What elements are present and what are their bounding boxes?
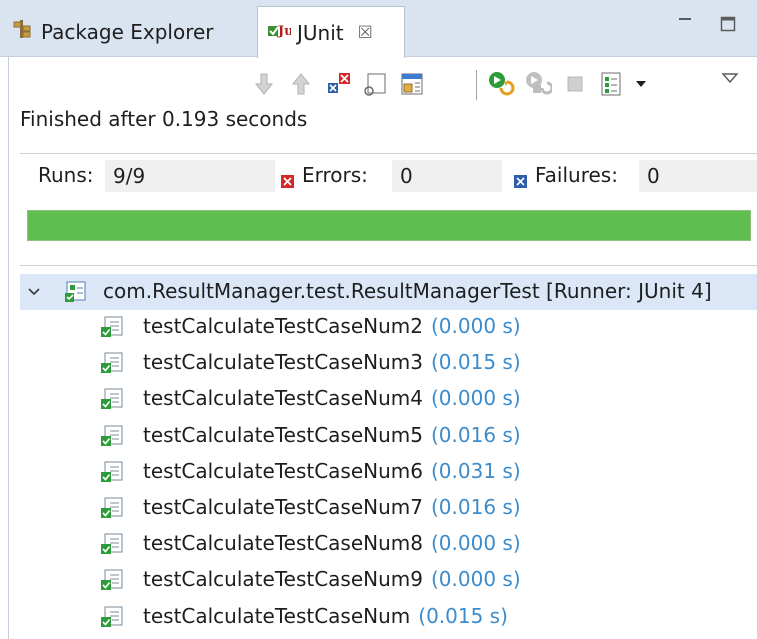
error-icon [281, 169, 294, 188]
test-case-row[interactable]: testCalculateTestCaseNum5 (0.016 s) [20, 420, 757, 454]
test-case-row[interactable]: testCalculateTestCaseNum6 (0.031 s) [20, 456, 757, 490]
test-case-label: testCalculateTestCaseNum2 (0.000 s) [143, 314, 521, 338]
show-failures-only-icon[interactable] [325, 70, 353, 98]
test-case-label: testCalculateTestCaseNum (0.015 s) [143, 604, 508, 628]
previous-failure-icon[interactable] [287, 70, 315, 98]
test-case-name: testCalculateTestCaseNum8 [143, 531, 423, 556]
test-case-row[interactable]: testCalculateTestCaseNum4 (0.000 s) [20, 383, 757, 417]
test-passed-icon [100, 496, 124, 525]
test-case-name: testCalculateTestCaseNum9 [143, 567, 423, 592]
run-status-text: Finished after 0.193 seconds [20, 107, 308, 131]
view-tab-bar: Package Explorer Ju JUnit ☒ [0, 0, 757, 58]
svg-text:Ju: Ju [277, 24, 291, 39]
failures-label: Failures: [535, 163, 618, 187]
history-dropdown-arrow-icon[interactable] [627, 70, 655, 98]
test-case-duration: (0.000 s) [431, 567, 521, 592]
test-case-label: testCalculateTestCaseNum5 (0.016 s) [143, 423, 521, 447]
test-passed-icon [100, 568, 124, 597]
runs-value: 9/9 [105, 160, 275, 192]
test-case-duration: (0.016 s) [431, 422, 521, 447]
stop-icon[interactable] [561, 70, 589, 98]
test-case-label: testCalculateTestCaseNum3 (0.015 s) [143, 350, 521, 374]
maximize-icon[interactable] [718, 14, 738, 34]
test-passed-icon [100, 532, 124, 561]
test-suite-icon [64, 280, 88, 309]
failures-counter: Failures: [514, 163, 618, 188]
test-case-duration: (0.031 s) [431, 458, 521, 483]
rerun-test-icon[interactable] [487, 70, 515, 98]
test-case-row[interactable]: testCalculateTestCaseNum9 (0.000 s) [20, 564, 757, 598]
test-passed-icon [100, 351, 124, 380]
test-case-label: testCalculateTestCaseNum4 (0.000 s) [143, 386, 521, 410]
test-case-name: testCalculateTestCaseNum5 [143, 422, 423, 447]
test-case-label: testCalculateTestCaseNum9 (0.000 s) [143, 567, 521, 591]
test-passed-icon [100, 605, 124, 634]
test-suite-label: com.ResultManager.test.ResultManagerTest… [103, 279, 712, 303]
test-case-name: testCalculateTestCaseNum7 [143, 495, 423, 519]
junit-toolbar [0, 58, 757, 104]
test-progress-fill [28, 211, 750, 240]
show-skipped-icon[interactable] [398, 70, 426, 98]
test-progress-bar [27, 210, 751, 241]
view-border [8, 57, 9, 639]
test-passed-icon [100, 460, 124, 489]
tab-junit-label: JUnit [297, 20, 344, 45]
test-run-history-icon[interactable] [597, 70, 625, 98]
test-case-name: testCalculateTestCaseNum [143, 603, 411, 628]
test-passed-icon [100, 315, 124, 344]
failures-value: 0 [639, 160, 757, 192]
test-case-row[interactable]: testCalculateTestCaseNum7 (0.016 s) [20, 492, 757, 526]
toolbar-separator [476, 70, 477, 100]
test-case-duration: (0.000 s) [431, 531, 521, 556]
test-passed-icon [100, 387, 124, 416]
view-menu-icon[interactable] [716, 64, 744, 92]
rerun-failed-first-icon[interactable] [524, 70, 552, 98]
tab-junit[interactable]: Ju JUnit ☒ [257, 6, 405, 58]
minimize-icon[interactable] [675, 14, 695, 34]
test-case-label: testCalculateTestCaseNum7 (0.016 s) [143, 495, 521, 519]
chevron-down-icon[interactable] [26, 283, 42, 299]
next-failure-icon[interactable] [250, 70, 278, 98]
test-case-name: testCalculateTestCaseNum6 [143, 458, 423, 483]
test-case-row[interactable]: testCalculateTestCaseNum3 (0.015 s) [20, 347, 757, 381]
tab-package-explorer[interactable]: Package Explorer [0, 6, 257, 57]
test-passed-icon [100, 424, 124, 453]
runs-label: Runs: [38, 163, 94, 187]
test-case-row[interactable]: testCalculateTestCaseNum2 (0.000 s) [20, 311, 757, 345]
test-case-duration: (0.000 s) [431, 314, 521, 338]
test-case-duration: (0.015 s) [418, 603, 508, 628]
test-case-name: testCalculateTestCaseNum2 [143, 314, 423, 338]
test-suite-row[interactable]: com.ResultManager.test.ResultManagerTest… [20, 274, 757, 310]
close-tab-icon[interactable]: ☒ [358, 23, 373, 43]
test-case-duration: (0.016 s) [431, 495, 521, 519]
test-case-name: testCalculateTestCaseNum4 [143, 386, 423, 411]
errors-value: 0 [392, 160, 502, 192]
package-explorer-icon [13, 19, 31, 44]
errors-label: Errors: [302, 163, 368, 187]
test-case-duration: (0.000 s) [431, 386, 521, 411]
test-case-row[interactable]: testCalculateTestCaseNum (0.015 s) [20, 601, 757, 635]
scroll-lock-icon[interactable] [361, 70, 389, 98]
test-case-label: testCalculateTestCaseNum6 (0.031 s) [143, 459, 521, 483]
tab-package-explorer-label: Package Explorer [41, 19, 214, 44]
test-case-row[interactable]: testCalculateTestCaseNum8 (0.000 s) [20, 528, 757, 562]
test-case-duration: (0.015 s) [431, 350, 521, 375]
test-case-name: testCalculateTestCaseNum3 [143, 350, 423, 375]
test-case-label: testCalculateTestCaseNum8 (0.000 s) [143, 531, 521, 555]
junit-icon: Ju [267, 20, 294, 45]
errors-counter: Errors: [281, 163, 368, 188]
failure-icon [514, 169, 527, 188]
test-tree[interactable]: com.ResultManager.test.ResultManagerTest… [20, 265, 757, 639]
